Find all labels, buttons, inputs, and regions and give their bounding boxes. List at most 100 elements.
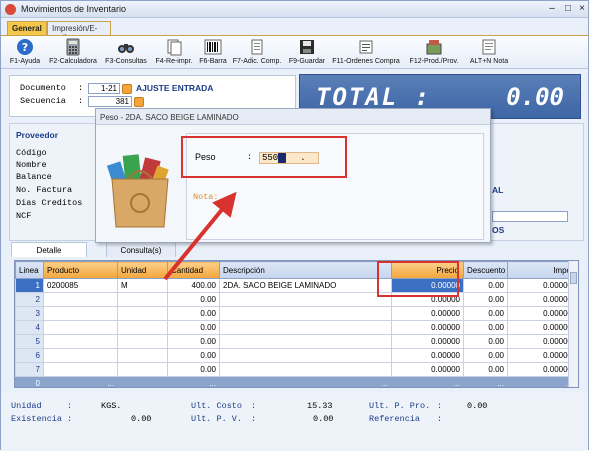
- cell-descripcion[interactable]: [219, 334, 392, 349]
- cell-unidad[interactable]: [117, 362, 168, 377]
- footer-ult-costo-colon: :: [251, 401, 257, 411]
- cell-precio[interactable]: 0.00000: [391, 348, 464, 363]
- cell-descuento[interactable]: 0.00: [463, 320, 508, 335]
- col-importe[interactable]: Impo: [507, 261, 576, 279]
- cell-descuento[interactable]: 0.00: [463, 278, 508, 293]
- products-button[interactable]: F12-Prod./Prov.: [405, 38, 463, 65]
- cell-cantidad[interactable]: 0.00: [167, 320, 220, 335]
- cell-producto[interactable]: [43, 362, 118, 377]
- help-button[interactable]: ? F1-Ayuda: [9, 38, 41, 65]
- secuencia-lookup-icon[interactable]: [134, 97, 144, 107]
- cell-unidad[interactable]: [117, 320, 168, 335]
- col-descripcion[interactable]: Descripción: [219, 261, 392, 279]
- cell-producto[interactable]: [43, 348, 118, 363]
- cell-descuento[interactable]: 0.00: [463, 292, 508, 307]
- minimize-icon[interactable]: –: [546, 4, 558, 15]
- cell-linea[interactable]: 3: [15, 306, 44, 321]
- footer-ult-costo-label: Ult. Costo: [191, 401, 243, 411]
- note-button[interactable]: ALT+N Nota: [467, 38, 511, 65]
- col-unidad[interactable]: Unidad: [117, 261, 168, 279]
- tab-consultas[interactable]: Consulta(s): [106, 242, 176, 257]
- cell-cantidad[interactable]: 400.00: [167, 278, 220, 293]
- col-producto[interactable]: Producto: [43, 261, 118, 279]
- proveedor-os-suffix: OS: [492, 225, 505, 235]
- cell-linea[interactable]: 2: [15, 292, 44, 307]
- close-icon[interactable]: ×: [576, 4, 588, 15]
- cell-importe[interactable]: 0.00000: [507, 348, 576, 363]
- table-row[interactable]: 1 0200085 M 400.00 2DA. SACO BEIGE LAMINADO 0…: [15, 278, 576, 293]
- cell-producto[interactable]: [43, 306, 118, 321]
- cell-importe[interactable]: 0.00000: [507, 292, 576, 307]
- cell-linea[interactable]: 1: [15, 278, 44, 293]
- cell-cantidad[interactable]: 0.00: [167, 292, 220, 307]
- consultas-button[interactable]: F3-Consultas: [103, 38, 149, 65]
- cell-descuento[interactable]: 0.00: [463, 362, 508, 377]
- footer-info: Unidad : KGS. Existencia : 0.00 Ult. Cos…: [1, 393, 588, 451]
- cell-importe[interactable]: 0.00000: [507, 334, 576, 349]
- maximize-icon[interactable]: □: [562, 4, 574, 15]
- table-row[interactable]: 6 0.00 0.00000 0.00 0.00000: [15, 348, 576, 363]
- cell-descripcion[interactable]: [219, 362, 392, 377]
- nota-field[interactable]: [231, 190, 479, 236]
- table-row[interactable]: 2 0.00 0.00000 0.00 0.00000: [15, 292, 576, 307]
- cell-unidad[interactable]: [117, 334, 168, 349]
- cell-producto[interactable]: [43, 320, 118, 335]
- cell-descripcion[interactable]: [219, 292, 392, 307]
- cell-importe[interactable]: 0.00000: [507, 320, 576, 335]
- col-linea[interactable]: Linea: [15, 261, 44, 279]
- add-component-icon: [251, 39, 263, 55]
- save-button[interactable]: F9-Guardar: [287, 38, 327, 65]
- cell-unidad[interactable]: [117, 306, 168, 321]
- cell-descuento[interactable]: 0.00: [463, 306, 508, 321]
- footer-referencia-colon: :: [437, 414, 443, 424]
- cell-descripcion[interactable]: [219, 320, 392, 335]
- documento-lookup-icon[interactable]: [122, 84, 132, 94]
- documento-field[interactable]: 1-21: [88, 83, 120, 94]
- cell-unidad[interactable]: [117, 292, 168, 307]
- cell-descripcion[interactable]: 2DA. SACO BEIGE LAMINADO: [219, 278, 392, 293]
- tab-general[interactable]: General: [7, 21, 47, 35]
- add-component-button[interactable]: F7-Adic. Comp.: [231, 38, 283, 65]
- scrollbar-thumb[interactable]: [570, 272, 577, 284]
- col-descuento[interactable]: Descuento: [463, 261, 508, 279]
- cell-importe[interactable]: 0.00000: [507, 362, 576, 377]
- secuencia-field[interactable]: 381: [88, 96, 132, 107]
- cell-descripcion[interactable]: [219, 306, 392, 321]
- cell-precio[interactable]: 0.00000: [391, 320, 464, 335]
- cell-cantidad[interactable]: 0.00: [167, 362, 220, 377]
- cell-descripcion[interactable]: [219, 348, 392, 363]
- cell-producto[interactable]: [43, 292, 118, 307]
- tab-detalle[interactable]: Detalle: [11, 242, 87, 257]
- tab-print-email[interactable]: Impresión/E-mail: [47, 21, 111, 42]
- cell-importe[interactable]: 0.00000: [507, 306, 576, 321]
- barcode-button[interactable]: F6-Barra: [197, 38, 229, 65]
- proveedor-right-field[interactable]: [492, 211, 568, 222]
- cell-linea[interactable]: 4: [15, 320, 44, 335]
- cell-producto[interactable]: 0200085: [43, 278, 118, 293]
- cell-linea[interactable]: 6: [15, 348, 44, 363]
- cell-cantidad[interactable]: 0.00: [167, 334, 220, 349]
- purchase-orders-button[interactable]: F11-Ordenes Compra: [331, 38, 401, 65]
- cell-precio[interactable]: 0.00000: [391, 362, 464, 377]
- cell-linea[interactable]: 5: [15, 334, 44, 349]
- table-row[interactable]: 5 0.00 0.00000 0.00 0.00000: [15, 334, 576, 349]
- cell-precio[interactable]: 0.00000: [391, 334, 464, 349]
- cell-cantidad[interactable]: 0.00: [167, 348, 220, 363]
- table-row[interactable]: 7 0.00 0.00000 0.00 0.00000: [15, 362, 576, 377]
- cell-precio[interactable]: 0.00000: [391, 306, 464, 321]
- detail-grid: Linea Producto Unidad Cantidad Descripci…: [14, 260, 579, 388]
- cell-descuento[interactable]: 0.00: [463, 334, 508, 349]
- cell-unidad[interactable]: M: [117, 278, 168, 293]
- table-row[interactable]: 4 0.00 0.00000 0.00 0.00000: [15, 320, 576, 335]
- cell-importe[interactable]: 0.00000: [507, 278, 576, 293]
- grid-scrollbar[interactable]: [568, 261, 578, 387]
- col-cantidad[interactable]: Cantidad: [167, 261, 220, 279]
- cell-descuento[interactable]: 0.00: [463, 348, 508, 363]
- cell-unidad[interactable]: [117, 348, 168, 363]
- reprint-button[interactable]: F4-Re-impr.: [153, 38, 195, 65]
- cell-linea[interactable]: 7: [15, 362, 44, 377]
- table-row[interactable]: 3 0.00 0.00000 0.00 0.00000: [15, 306, 576, 321]
- calculator-button[interactable]: F2-Calculadora: [47, 38, 99, 65]
- cell-cantidad[interactable]: 0.00: [167, 306, 220, 321]
- cell-producto[interactable]: [43, 334, 118, 349]
